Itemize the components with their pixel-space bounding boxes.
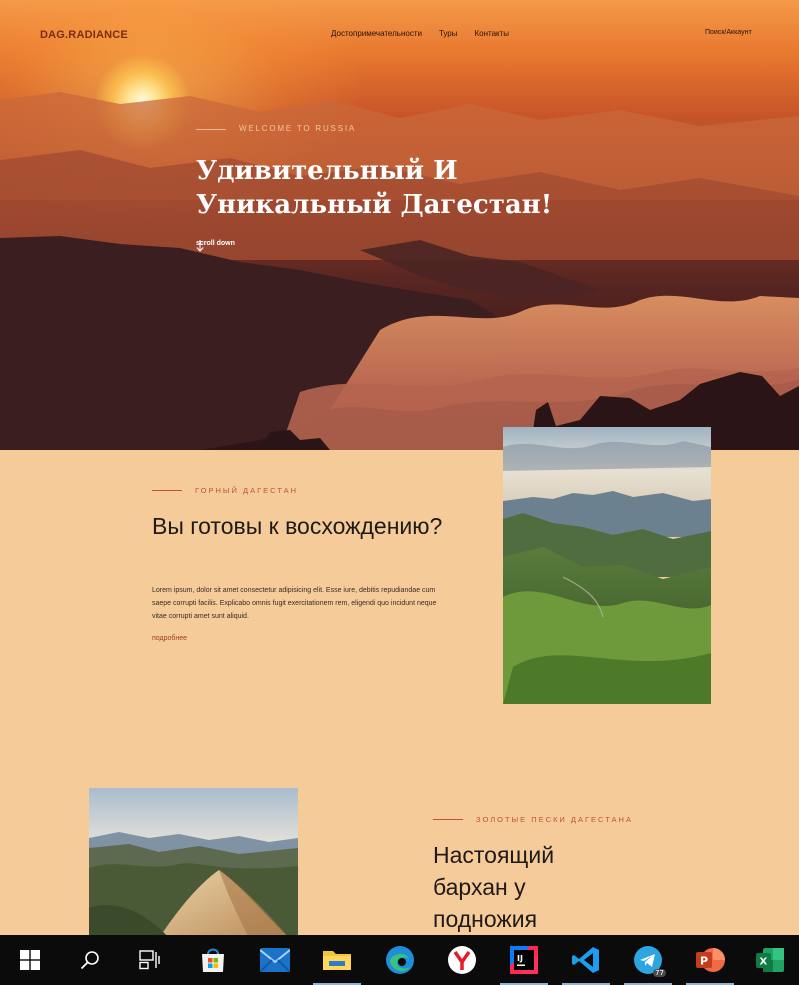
file-explorer-icon[interactable]: [307, 935, 367, 985]
section-divider: [152, 490, 182, 491]
mountain-valley-photo: [503, 427, 711, 704]
svg-text:P: P: [700, 955, 708, 968]
main-nav: Достопримечательности Туры Контакты: [331, 29, 509, 38]
kicker-divider: [196, 129, 226, 130]
telegram-icon[interactable]: 77: [618, 935, 678, 985]
mail-icon[interactable]: [245, 935, 305, 985]
arrow-down-icon: [196, 240, 204, 252]
section-kicker-sands: ЗОЛОТЫЕ ПЕСКИ ДАГЕСТАНА: [476, 815, 633, 824]
section-kicker-mountain: ГОРНЫЙ ДАГЕСТАН: [195, 486, 299, 495]
section-title-dune: Настоящий бархан у подножия: [433, 842, 555, 932]
excel-icon[interactable]: X: [740, 935, 799, 985]
sand-dune-photo: [89, 788, 298, 938]
hero-banner: DAG.RADIANCE Достопримечательности Туры …: [0, 0, 799, 450]
vscode-icon[interactable]: [556, 935, 616, 985]
microsoft-store-icon[interactable]: [183, 935, 243, 985]
search-account-link[interactable]: Поиск/Аккаунт: [705, 29, 752, 36]
search-icon[interactable]: [60, 935, 120, 985]
section-body-text: Lorem ipsum, dolor sit amet consectetur …: [152, 587, 437, 620]
svg-text:X: X: [760, 957, 768, 968]
scroll-down-link[interactable]: scroll down: [196, 240, 235, 252]
hero-kicker: WELCOME TO RUSSIA: [239, 124, 356, 133]
intellij-idea-icon[interactable]: IJ: [494, 935, 554, 985]
nav-link-tours[interactable]: Туры: [439, 29, 458, 38]
task-view-icon[interactable]: [120, 935, 180, 985]
windows-start-icon[interactable]: [0, 935, 60, 985]
telegram-unread-badge: 77: [653, 969, 666, 977]
nav-link-contacts[interactable]: Контакты: [475, 29, 510, 38]
windows-taskbar: IJ 77 P X: [0, 935, 799, 985]
edge-icon[interactable]: [370, 935, 430, 985]
yandex-browser-icon[interactable]: [432, 935, 492, 985]
section-title-ascent: Вы готовы к восхождению?: [152, 513, 443, 539]
site-logo[interactable]: DAG.RADIANCE: [40, 29, 128, 41]
svg-text:IJ: IJ: [517, 954, 523, 963]
read-more-link[interactable]: подробнее: [152, 635, 187, 642]
mountain-landscape: [0, 92, 799, 450]
section-divider: [433, 819, 463, 820]
powerpoint-icon[interactable]: P: [680, 935, 740, 985]
nav-link-attractions[interactable]: Достопримечательности: [331, 29, 422, 38]
hero-title: Удивительный И Уникальный Дагестан!: [196, 156, 553, 220]
